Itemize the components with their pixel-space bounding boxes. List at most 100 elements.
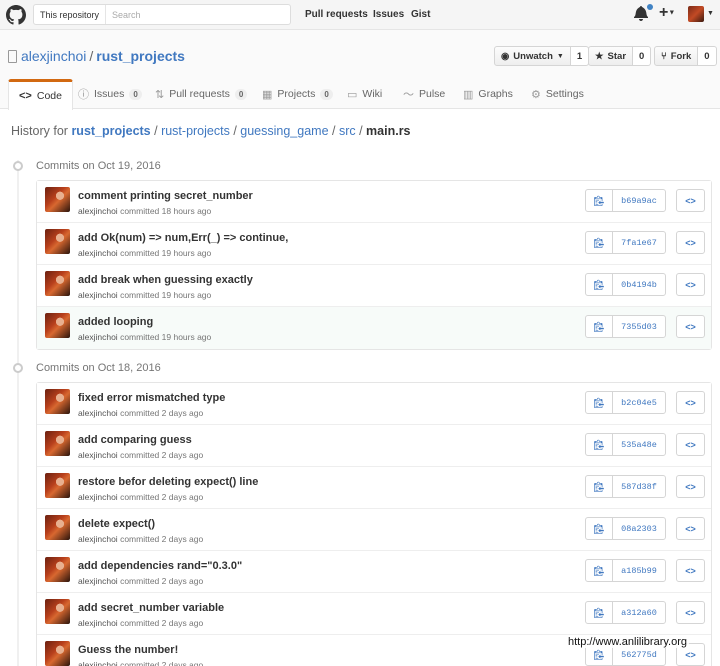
commit-sha-link[interactable]: 08a2303 [613,518,665,539]
browse-code-button[interactable]: <> [676,315,705,338]
breadcrumb-dir-link[interactable]: guessing_game [240,124,328,138]
commit-author-avatar[interactable] [45,641,70,666]
clipboard-copy-icon[interactable] [586,274,613,295]
star-count[interactable]: 0 [633,46,652,66]
commit-author-avatar[interactable] [45,473,70,498]
browse-code-button[interactable]: <> [676,601,705,624]
commit-message-link[interactable]: comment printing secret_number [78,190,253,202]
nav-pull-requests[interactable]: Pull requests [305,9,368,20]
commit-message-link[interactable]: add Ok(num) => num,Err(_) => continue, [78,232,288,244]
caret-down-icon[interactable]: ▼ [707,10,714,17]
browse-code-button[interactable]: <> [676,433,705,456]
breadcrumb: History for rust_projects / rust-project… [11,124,411,138]
commit-author-avatar[interactable] [45,187,70,212]
browse-code-button[interactable]: <> [676,189,705,212]
browse-code-button[interactable]: <> [676,559,705,582]
commit-author-avatar[interactable] [45,389,70,414]
commit-sha-link[interactable]: 7fa1e67 [613,232,665,253]
clipboard-copy-icon[interactable] [586,392,613,413]
clipboard-copy-icon[interactable] [586,518,613,539]
commit-sha-link[interactable]: 7355d03 [613,316,665,337]
tab-pull-requests[interactable]: ⇅ Pull requests 0 [155,79,248,109]
clipboard-copy-icon[interactable] [586,560,613,581]
breadcrumb-dir-link[interactable]: rust-projects [161,124,230,138]
commit-sha-link[interactable]: 535a48e [613,434,665,455]
commit-author-link[interactable]: alexjinchoi [78,492,118,502]
commit-message-link[interactable]: delete expect() [78,518,155,530]
browse-code-button[interactable]: <> [676,273,705,296]
fork-count[interactable]: 0 [698,46,717,66]
tab-projects[interactable]: ▦ Projects 0 [262,79,333,109]
commit-sha-link[interactable]: 0b4194b [613,274,665,295]
commit-message-link[interactable]: add dependencies rand="0.3.0" [78,560,242,572]
search-box[interactable]: This repository [33,4,291,25]
commit-author-avatar[interactable] [45,515,70,540]
clipboard-copy-icon[interactable] [586,190,613,211]
watch-count[interactable]: 1 [570,46,590,66]
search-input[interactable] [106,5,290,24]
commit-message-link[interactable]: restore befor deleting expect() line [78,476,258,488]
commit-author-avatar[interactable] [45,271,70,296]
tab-issues-label: Issues [94,88,125,100]
commit-message-link[interactable]: Guess the number! [78,644,178,656]
tab-pulse[interactable]: 〜 Pulse [403,79,445,109]
star-button[interactable]: ★ Star [588,46,634,66]
pulse-icon: 〜 [403,89,414,101]
browse-code-button[interactable]: <> [676,475,705,498]
commit-author-avatar[interactable] [45,431,70,456]
commit-message-link[interactable]: fixed error mismatched type [78,392,225,404]
commit-list: comment printing secret_number alexjinch… [36,180,712,350]
browse-code-button[interactable]: <> [676,517,705,540]
commit-author-link[interactable]: alexjinchoi [78,206,118,216]
clipboard-copy-icon[interactable] [586,232,613,253]
commit-sha-link[interactable]: 587d38f [613,476,665,497]
unwatch-button[interactable]: ◉ Unwatch ▼ [494,46,571,66]
create-new-menu[interactable]: +▼ [659,4,675,22]
commit-author-link[interactable]: alexjinchoi [78,332,118,342]
commit-author-link[interactable]: alexjinchoi [78,660,118,666]
commit-time: committed 19 hours ago [120,290,212,300]
commit-sha-link[interactable]: b2c04e5 [613,392,665,413]
commit-time: committed 2 days ago [120,618,204,628]
commit-message-link[interactable]: add comparing guess [78,434,192,446]
nav-issues[interactable]: Issues [373,9,404,20]
tab-issues[interactable]: ⓘ Issues 0 [78,79,142,109]
tab-code[interactable]: <> Code [8,79,73,110]
commit-message-link[interactable]: add break when guessing exactly [78,274,253,286]
user-avatar[interactable] [688,6,704,22]
commit-author-link[interactable]: alexjinchoi [78,618,118,628]
breadcrumb-dir-link[interactable]: src [339,124,356,138]
commit-sha-link[interactable]: a185b99 [613,560,665,581]
tab-wiki[interactable]: ▭ Wiki [347,79,382,109]
commit-message-link[interactable]: added looping [78,316,153,328]
commit-author-link[interactable]: alexjinchoi [78,408,118,418]
commit-message-link[interactable]: add secret_number variable [78,602,224,614]
commit-author-avatar[interactable] [45,599,70,624]
commit-author-link[interactable]: alexjinchoi [78,534,118,544]
commit-author-link[interactable]: alexjinchoi [78,576,118,586]
commit-author-avatar[interactable] [45,229,70,254]
notifications-bell-icon[interactable] [634,4,653,23]
repo-tabs: <> Code ⓘ Issues 0 ⇅ Pull requests 0 ▦ Project… [0,79,720,110]
commit-author-link[interactable]: alexjinchoi [78,290,118,300]
commit-author-link[interactable]: alexjinchoi [78,248,118,258]
breadcrumb-repo-link[interactable]: rust_projects [71,124,150,138]
commit-author-avatar[interactable] [45,557,70,582]
clipboard-copy-icon[interactable] [586,602,613,623]
repo-owner-link[interactable]: alexjinchoi [21,48,86,64]
tab-graphs[interactable]: ▥ Graphs [463,79,513,109]
browse-code-button[interactable]: <> [676,231,705,254]
commit-author-avatar[interactable] [45,313,70,338]
clipboard-copy-icon[interactable] [586,476,613,497]
clipboard-copy-icon[interactable] [586,316,613,337]
commit-sha-link[interactable]: a312a60 [613,602,665,623]
commit-author-link[interactable]: alexjinchoi [78,450,118,460]
clipboard-copy-icon[interactable] [586,434,613,455]
github-logo-icon[interactable] [6,5,26,25]
commit-sha-link[interactable]: b69a9ac [613,190,665,211]
browse-code-button[interactable]: <> [676,391,705,414]
nav-gist[interactable]: Gist [411,9,430,20]
tab-settings[interactable]: ⚙ Settings [531,79,584,109]
fork-button[interactable]: ⑂ Fork [654,46,699,66]
repo-name-link[interactable]: rust_projects [96,48,185,64]
